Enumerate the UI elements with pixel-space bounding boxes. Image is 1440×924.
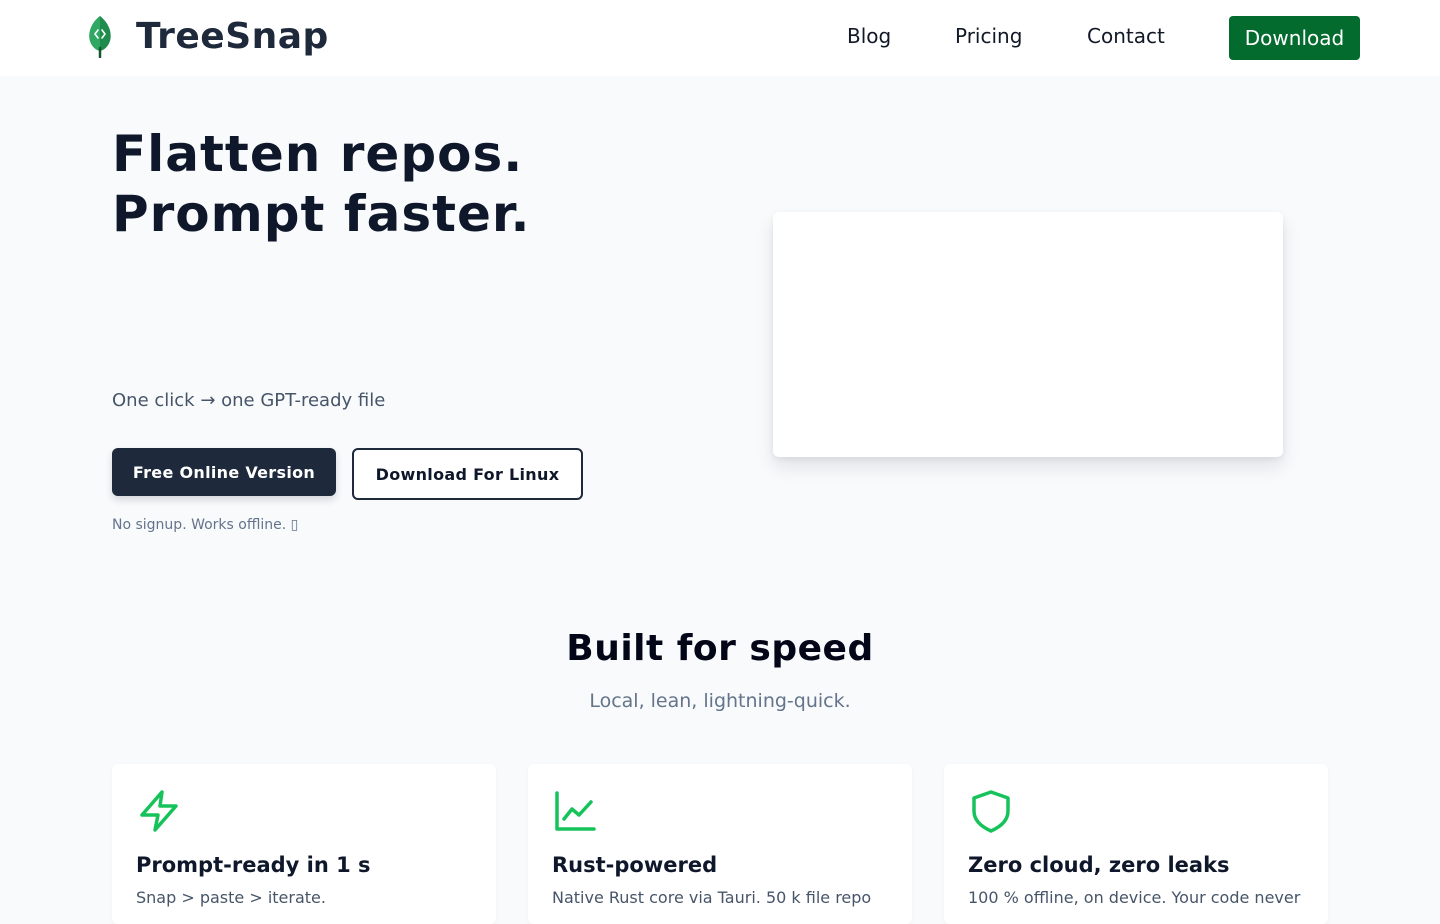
feature-title: Rust-powered: [552, 853, 718, 877]
feature-text: Snap > paste > iterate.: [136, 888, 326, 907]
download-for-linux-button[interactable]: Download For Linux: [352, 448, 583, 500]
preview-card: [773, 212, 1283, 457]
nav-contact[interactable]: Contact: [1087, 24, 1165, 48]
nav-pricing[interactable]: Pricing: [955, 24, 1022, 48]
leaf-logo-icon: [89, 16, 111, 58]
feature-card-rust-powered: Rust-powered Native Rust core via Tauri.…: [528, 764, 912, 924]
feature-title: Prompt-ready in 1 s: [136, 853, 371, 877]
lightning-icon: [140, 790, 178, 832]
features-title: Built for speed: [566, 628, 874, 669]
hero-note: No signup. Works offline. ▯: [112, 517, 299, 533]
features-subtitle: Local, lean, lightning-quick.: [589, 690, 851, 712]
nav-blog[interactable]: Blog: [847, 24, 891, 48]
feature-title: Zero cloud, zero leaks: [968, 853, 1230, 877]
nav-download-button[interactable]: Download: [1229, 16, 1360, 60]
feature-text: Native Rust core via Tauri. 50 k file re…: [552, 888, 872, 907]
hero-subtitle: One click → one GPT-ready file: [112, 390, 386, 411]
free-online-version-button[interactable]: Free Online Version: [112, 448, 336, 496]
hero-title: Flatten repos. Prompt faster.: [112, 125, 531, 243]
brand-name: TreeSnap: [136, 15, 329, 57]
feature-card-zero-cloud: Zero cloud, zero leaks 100 % offline, on…: [944, 764, 1328, 924]
top-navbar: TreeSnap Blog Pricing Contact Download: [0, 0, 1440, 76]
shield-icon: [972, 790, 1010, 833]
feature-card-prompt-ready: Prompt-ready in 1 s Snap > paste > itera…: [112, 764, 496, 924]
feature-text: 100 % offline, on device. Your code neve…: [968, 888, 1301, 907]
brand[interactable]: TreeSnap: [86, 14, 329, 58]
line-chart-icon: [555, 791, 596, 831]
